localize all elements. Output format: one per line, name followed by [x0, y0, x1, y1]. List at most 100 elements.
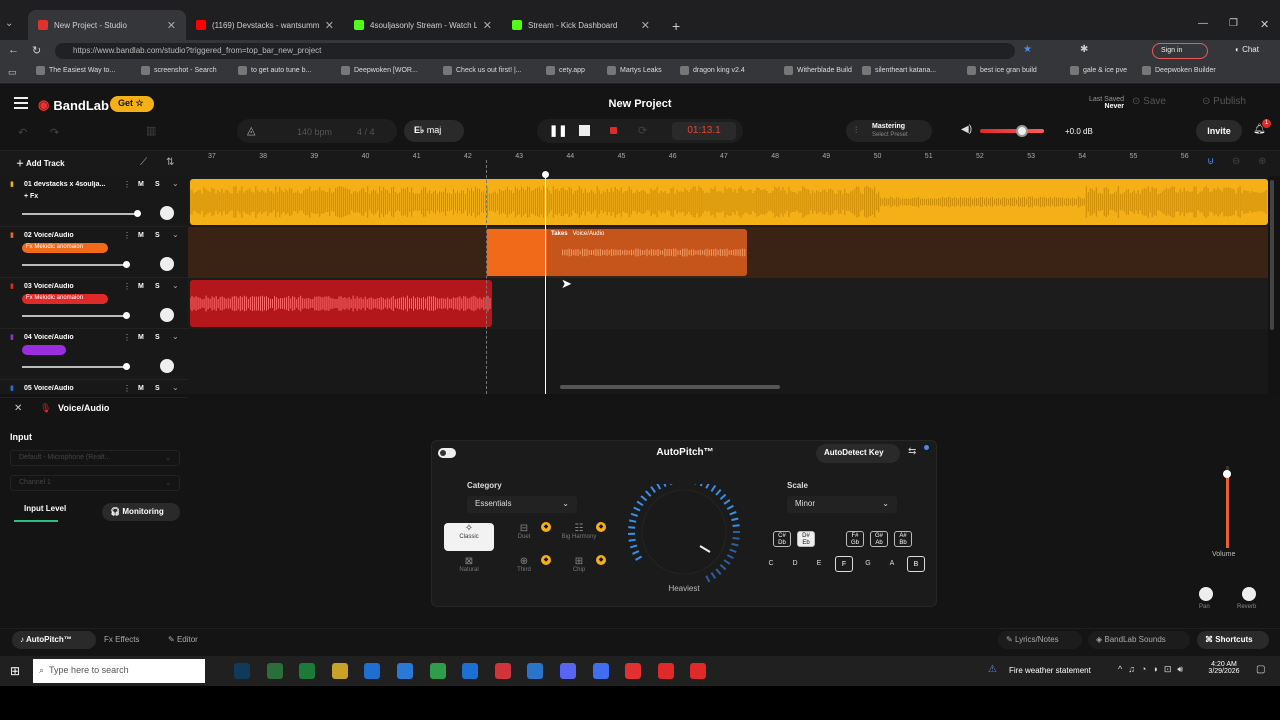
master-volume-handle[interactable] [1016, 125, 1028, 137]
xbox-icon[interactable] [299, 663, 316, 679]
tab-autopitch[interactable]: ♪ AutoPitch™ [12, 631, 96, 649]
track-pan-knob[interactable] [160, 308, 174, 322]
tab-kick-dashboard[interactable]: Stream - Kick Dashboard ✕ [502, 10, 660, 40]
autopitch-dial[interactable] [628, 484, 748, 584]
steam-icon[interactable] [234, 663, 250, 679]
project-title[interactable]: New Project [540, 98, 740, 110]
track-volume-handle[interactable] [134, 210, 141, 217]
bookmark-item[interactable]: Check us out first! |... [443, 66, 522, 75]
solo-button[interactable]: S [155, 181, 160, 188]
track-menu-icon[interactable]: ⋮ [123, 180, 131, 189]
track-expand-icon[interactable]: ⌄ [172, 332, 179, 341]
track-pan-knob[interactable] [160, 359, 174, 373]
close-tab-icon[interactable]: ✕ [641, 19, 650, 32]
monitoring-button[interactable]: 🎧︎ Monitoring [102, 503, 180, 521]
automation-icon[interactable]: ⟋ [140, 157, 147, 168]
piano-icon[interactable]: ▥ [146, 124, 156, 137]
track-volume-handle[interactable] [123, 261, 130, 268]
track-volume-handle[interactable] [123, 363, 130, 370]
track-name[interactable]: 04 Voice/Audio [24, 334, 120, 341]
bandlab-icon[interactable] [690, 663, 707, 679]
horizontal-scrollbar[interactable] [560, 385, 780, 389]
redo-icon[interactable]: ↷ [50, 126, 59, 139]
tab-list-chevron-icon[interactable]: ⌄ [5, 18, 13, 29]
vpn-icon[interactable] [429, 663, 446, 679]
snap-icon[interactable]: ⊍ [1207, 156, 1214, 167]
channel-select[interactable]: Channel 1 ⌄ [10, 475, 180, 491]
excel-icon[interactable] [266, 663, 283, 679]
track-settings-icon[interactable]: ⇅ [166, 157, 174, 168]
pan-knob[interactable] [1199, 587, 1213, 601]
new-tab-icon[interactable]: + [672, 18, 680, 34]
zoom-in-icon[interactable]: ⊕ [1258, 156, 1266, 167]
track-pan-knob[interactable] [160, 206, 174, 220]
bookmark-item[interactable]: Martys Leaks [607, 66, 662, 75]
scale-select[interactable]: Minor ⌄ [787, 496, 897, 513]
add-track-button[interactable]: ＋ Add Track [16, 158, 65, 169]
note-key-button[interactable]: F [835, 556, 853, 572]
track-volume-slider[interactable] [22, 315, 126, 317]
taskbar-search[interactable]: ⌕ Type here to search [33, 659, 205, 683]
close-window-icon[interactable]: ✕ [1260, 18, 1269, 31]
tab-editor[interactable]: ✎ Editor [168, 635, 198, 644]
metronome-icon[interactable]: ◬ [247, 124, 255, 137]
store-icon[interactable] [397, 663, 413, 679]
solo-button[interactable]: S [155, 334, 160, 341]
stop-button[interactable] [579, 125, 590, 136]
track-menu-icon[interactable]: ⋮ [123, 333, 131, 342]
lyrics-notes-button[interactable]: ✎ Lyrics/Notes [998, 631, 1082, 649]
bpm-value[interactable]: 140 bpm [297, 127, 332, 137]
edge-icon[interactable] [364, 663, 381, 679]
solo-button[interactable]: S [155, 283, 160, 290]
track-fx-chip[interactable]: Fx Melodic anomaion [22, 243, 108, 253]
playhead-handle[interactable] [542, 171, 549, 178]
chrome-icon[interactable] [527, 663, 544, 679]
tab-studio[interactable]: New Project - Studio ✕ [28, 10, 186, 40]
playhead[interactable] [545, 174, 546, 394]
track-name[interactable]: 05 Voice/Audio [24, 385, 120, 392]
audio-region-track-1[interactable] [189, 179, 1268, 225]
note-key-button[interactable]: G [859, 556, 877, 572]
track-expand-icon[interactable]: ⌄ [172, 383, 179, 392]
pause-button[interactable]: ❚❚ [549, 124, 567, 137]
bookmark-item[interactable]: to get auto tune b... [238, 66, 311, 75]
track-volume-slider[interactable] [22, 366, 126, 368]
track-name[interactable]: 01 devstacks x 4soulja... [24, 181, 120, 188]
track-volume-slider[interactable] [22, 264, 126, 266]
track-menu-icon[interactable]: ⋮ [123, 231, 131, 240]
mute-button[interactable]: M [138, 181, 144, 188]
get-membership-button[interactable]: Get ☆ [110, 96, 154, 112]
shortcuts-button[interactable]: ⌘ Shortcuts [1197, 631, 1269, 649]
system-tray-icons[interactable]: ^♫◔◑⊡🔊︎ [1118, 664, 1189, 675]
youtube-icon[interactable] [625, 663, 642, 679]
mail-icon[interactable] [462, 663, 479, 679]
bookmark-item[interactable]: best ice gran build [967, 66, 1037, 75]
accidental-key-button[interactable]: F# Gb [846, 531, 864, 547]
effect-preset-button[interactable]: ⊠ Natural [444, 556, 494, 584]
accidental-key-button[interactable]: D# Eb [797, 531, 815, 547]
accidental-key-button[interactable]: C# Db [773, 531, 791, 547]
clock[interactable]: 4:20 AM 3/29/2026 [1206, 661, 1242, 675]
audio-region-track-3[interactable] [189, 280, 492, 327]
mute-button[interactable]: M [138, 334, 144, 341]
reverb-knob[interactable] [1242, 587, 1256, 601]
roblox-icon[interactable] [494, 663, 511, 679]
tab-effects[interactable]: Fx Effects [104, 635, 139, 644]
back-icon[interactable]: ← [8, 44, 19, 56]
effect-preset-button[interactable]: ✧ Classic [444, 523, 494, 551]
close-tab-icon[interactable]: ✕ [167, 19, 176, 32]
input-device-select[interactable]: Default - Microphone (Realt... ⌄ [10, 450, 180, 466]
publish-button[interactable]: ⊙ Publish [1202, 96, 1246, 107]
time-signature[interactable]: 4 / 4 [357, 127, 375, 137]
record-button[interactable] [610, 127, 617, 134]
track-name[interactable]: 03 Voice/Audio [24, 283, 120, 290]
close-tab-icon[interactable]: ✕ [483, 19, 492, 32]
sign-in-button[interactable]: Sign in [1152, 43, 1208, 59]
extensions-icon[interactable]: ✱ [1080, 44, 1088, 55]
note-key-button[interactable]: D [786, 556, 804, 572]
region-selected-track-2[interactable] [487, 229, 547, 276]
weather-icon[interactable]: ⚠ [988, 664, 997, 675]
windows-start-icon[interactable]: ⊞ [10, 664, 20, 678]
bandlab-logo[interactable]: ◉ BandLab [38, 97, 109, 113]
mute-button[interactable]: M [138, 385, 144, 392]
